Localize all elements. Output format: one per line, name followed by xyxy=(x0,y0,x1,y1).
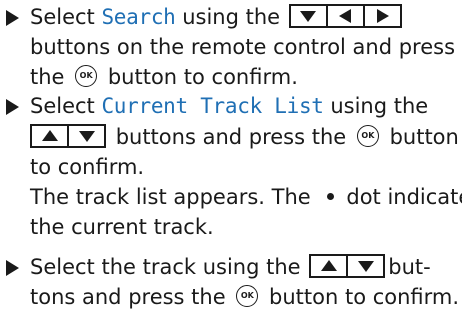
current-track-dot-icon xyxy=(327,192,335,200)
left-key-icon xyxy=(325,4,365,28)
down-key-icon xyxy=(346,254,386,278)
menu-item-current-track-list: Current Track List xyxy=(101,94,324,118)
instruction-page: Select Search using the buttons on the r… xyxy=(0,0,462,317)
step3-line2: tons and press the OK button to confirm. xyxy=(30,282,459,312)
step3-line2-post: button to confirm. xyxy=(269,285,460,309)
down-key-icon xyxy=(288,4,328,28)
step2-line2-end: button xyxy=(389,125,459,149)
ok-button-icon: OK xyxy=(356,125,379,147)
step2-line4-text: The track list appears. The xyxy=(30,185,311,209)
step1-line3: the OK button to confirm. xyxy=(30,62,298,92)
step3-text-post: but- xyxy=(388,255,431,279)
bullet-triangle-icon xyxy=(6,10,19,26)
down-key-icon xyxy=(67,124,106,148)
step1-line2: buttons on the remote control and press xyxy=(30,35,456,59)
step2-line2: buttons and press the OK button xyxy=(30,122,459,152)
step1-line3-post: button to confirm. xyxy=(107,65,298,89)
bullet-triangle-icon xyxy=(6,260,19,276)
step2-line4-post: dot indicates xyxy=(346,185,462,209)
step2-line5: the current track. xyxy=(30,215,214,239)
bullet-triangle-icon xyxy=(6,99,19,115)
step2-line2-text: buttons and press the xyxy=(115,125,347,149)
up-key-icon xyxy=(30,124,69,148)
step1-text: Select xyxy=(30,5,102,29)
remote-key-group xyxy=(30,122,106,152)
remote-key-group xyxy=(309,252,386,282)
step2-text: Select xyxy=(30,94,102,118)
step3-text: Select the track using the xyxy=(30,255,301,279)
step3-line1: Select the track using the but- xyxy=(30,252,431,282)
ok-button-icon: OK xyxy=(236,285,259,307)
step1-line3-pre: the xyxy=(30,65,65,89)
remote-key-group xyxy=(288,2,402,32)
step2-line3: to confirm. xyxy=(30,155,145,179)
step2-text-post: using the xyxy=(323,94,429,118)
ok-button-icon: OK xyxy=(75,65,98,87)
step1-line1: Select Search using the xyxy=(30,2,405,32)
step2-line1: Select Current Track List using the xyxy=(30,91,428,121)
step2-line4: The track list appears. The dot indicate… xyxy=(30,182,462,212)
step3-line2-pre: tons and press the xyxy=(30,285,226,309)
right-key-icon xyxy=(362,4,402,28)
menu-item-search: Search xyxy=(101,5,176,29)
step1-text-post: using the xyxy=(175,5,281,29)
up-key-icon xyxy=(309,254,349,278)
